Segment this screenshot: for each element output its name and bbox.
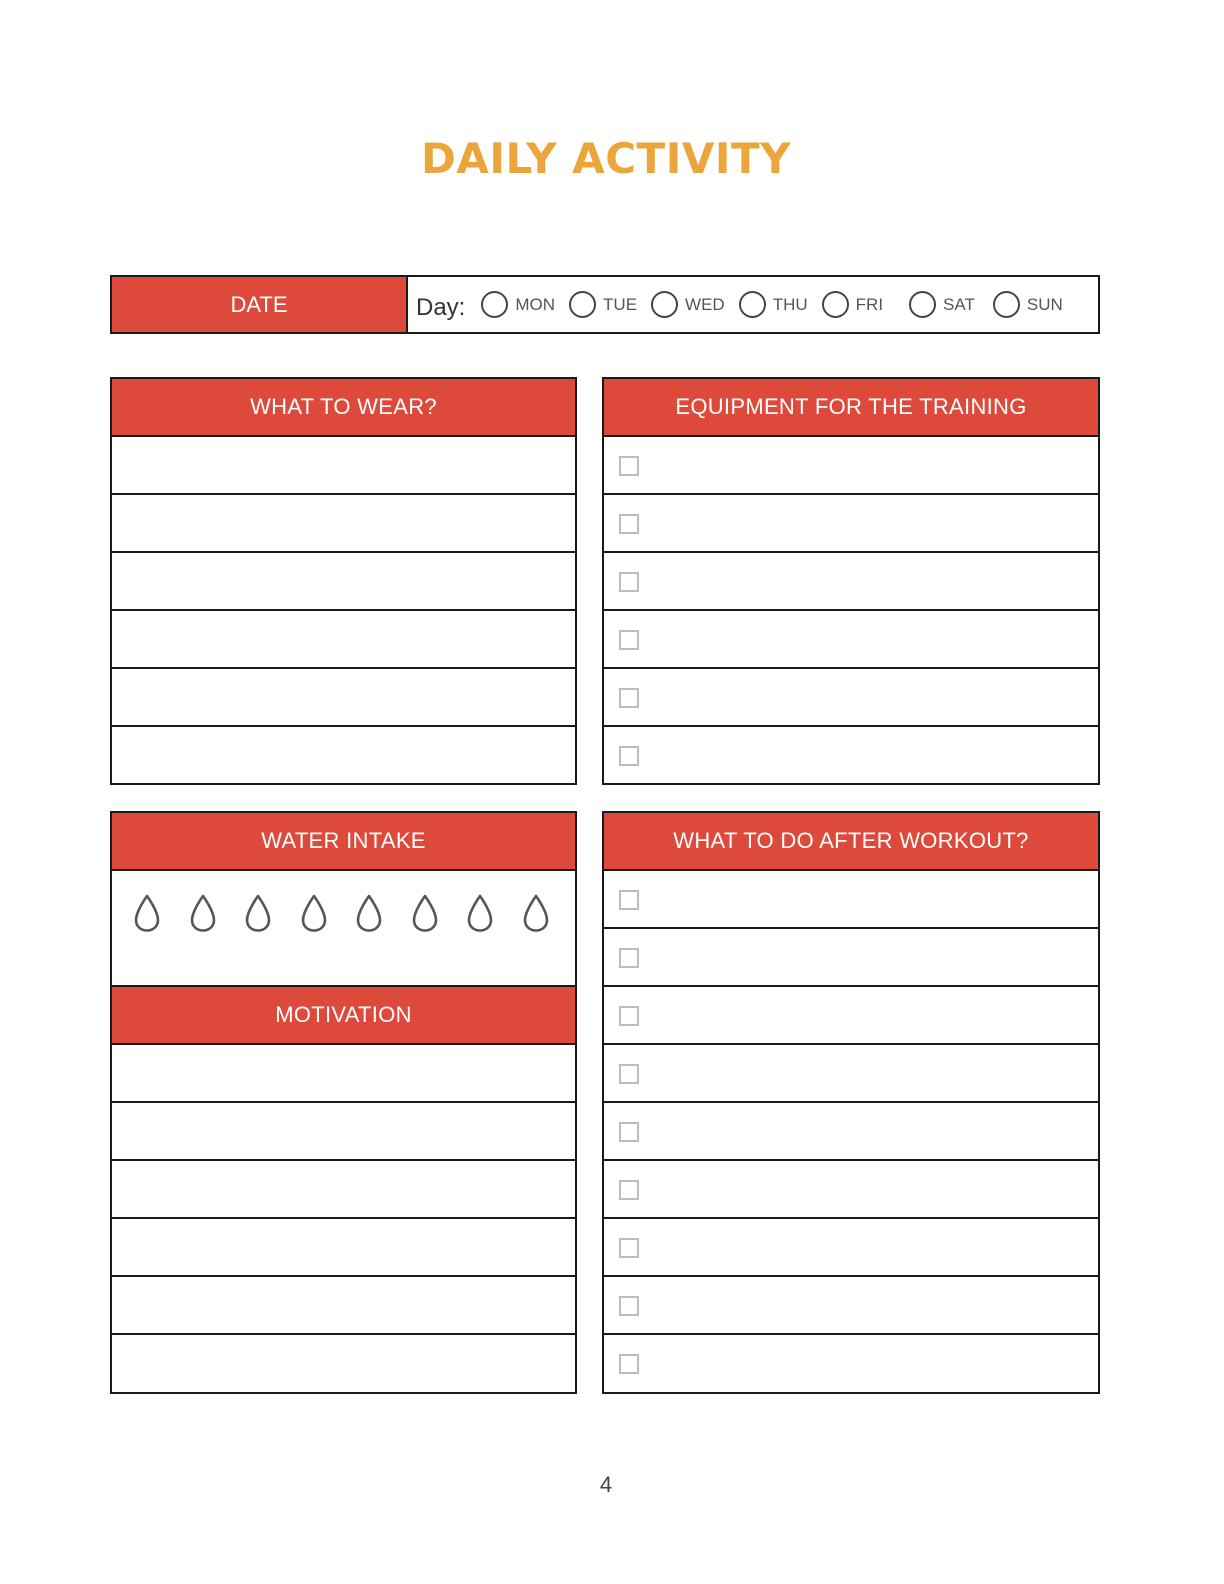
after-workout-row[interactable] [604, 1219, 1098, 1277]
day-option-mon[interactable]: MON [481, 291, 555, 318]
motivation-row[interactable] [112, 1277, 575, 1335]
what-to-wear-row[interactable] [112, 553, 575, 611]
day-label: TUE [603, 294, 638, 314]
water-drop-icon[interactable] [410, 893, 440, 933]
day-option-thu[interactable]: THU [738, 291, 808, 318]
after-workout-row[interactable] [604, 929, 1098, 987]
motivation-row[interactable] [112, 1335, 575, 1393]
date-label[interactable]: DATE [112, 277, 408, 332]
radio-icon[interactable] [909, 291, 937, 318]
after-workout-rows [604, 871, 1098, 1393]
checkbox-icon[interactable] [619, 630, 639, 650]
after-workout-header: WHAT TO DO AFTER WORKOUT? [604, 813, 1098, 871]
what-to-wear-panel: WHAT TO WEAR? [110, 377, 577, 785]
day-label: FRI [855, 294, 884, 314]
water-drop-icon[interactable] [243, 893, 273, 933]
checkbox-icon[interactable] [619, 746, 639, 766]
checkbox-icon[interactable] [619, 1064, 639, 1084]
equipment-row[interactable] [604, 727, 1098, 785]
motivation-row[interactable] [112, 1103, 575, 1161]
water-drop-icon[interactable] [299, 893, 329, 933]
checkbox-icon[interactable] [619, 1354, 639, 1374]
day-label: WED [685, 294, 725, 314]
day-label: THU [772, 294, 808, 314]
after-workout-row[interactable] [604, 1277, 1098, 1335]
checkbox-icon[interactable] [619, 1296, 639, 1316]
day-label: SAT [943, 294, 975, 314]
equipment-row[interactable] [604, 669, 1098, 727]
motivation-header: MOTIVATION [112, 987, 575, 1045]
equipment-rows [604, 437, 1098, 785]
checkbox-icon[interactable] [619, 1122, 639, 1142]
radio-icon[interactable] [821, 291, 849, 318]
equipment-header: EQUIPMENT FOR THE TRAINING [604, 379, 1098, 437]
date-bar: DATE Day: MON TUE WED THU FRI SAT SUN [110, 275, 1100, 334]
water-drop-icon[interactable] [354, 893, 384, 933]
checkbox-icon[interactable] [619, 1238, 639, 1258]
page-title: DAILY ACTIVITY [420, 134, 792, 183]
checkbox-icon[interactable] [619, 1180, 639, 1200]
checkbox-icon[interactable] [619, 456, 639, 476]
what-to-wear-header: WHAT TO WEAR? [112, 379, 575, 437]
motivation-rows [112, 1045, 575, 1393]
checkbox-icon[interactable] [619, 890, 639, 910]
page-number: 4 [599, 1472, 613, 1497]
checkbox-icon[interactable] [619, 688, 639, 708]
motivation-row[interactable] [112, 1161, 575, 1219]
water-drop-icon[interactable] [132, 893, 162, 933]
motivation-row[interactable] [112, 1045, 575, 1103]
what-to-wear-row[interactable] [112, 611, 575, 669]
motivation-row[interactable] [112, 1219, 575, 1277]
what-to-wear-row[interactable] [112, 669, 575, 727]
radio-icon[interactable] [738, 291, 766, 318]
day-option-wed[interactable]: WED [651, 291, 725, 318]
radio-icon[interactable] [992, 291, 1020, 318]
after-workout-panel: WHAT TO DO AFTER WORKOUT? [602, 811, 1100, 1394]
what-to-wear-row[interactable] [112, 437, 575, 495]
day-option-tue[interactable]: TUE [569, 291, 637, 318]
day-option-sat[interactable]: SAT [909, 291, 975, 318]
water-motivation-panel: WATER INTAKE MOTIVATION [110, 811, 577, 1394]
equipment-row[interactable] [604, 495, 1098, 553]
after-workout-row[interactable] [604, 1335, 1098, 1393]
equipment-row[interactable] [604, 611, 1098, 669]
after-workout-row[interactable] [604, 1161, 1098, 1219]
after-workout-row[interactable] [604, 871, 1098, 929]
day-option-fri[interactable]: FRI [821, 291, 884, 318]
water-intake-tracker [112, 871, 575, 987]
day-label: MON [515, 294, 556, 314]
after-workout-row[interactable] [604, 1103, 1098, 1161]
day-prefix: Day: [416, 293, 466, 321]
checkbox-icon[interactable] [619, 572, 639, 592]
checkbox-icon[interactable] [619, 1006, 639, 1026]
day-selector: Day: MON TUE WED THU FRI SAT SUN [408, 277, 1098, 332]
water-drop-icon[interactable] [188, 893, 218, 933]
after-workout-row[interactable] [604, 987, 1098, 1045]
water-intake-header: WATER INTAKE [112, 813, 575, 871]
after-workout-row[interactable] [604, 1045, 1098, 1103]
radio-icon[interactable] [651, 291, 679, 318]
equipment-row[interactable] [604, 437, 1098, 495]
equipment-row[interactable] [604, 553, 1098, 611]
day-label: SUN [1026, 294, 1063, 314]
what-to-wear-row[interactable] [112, 727, 575, 785]
radio-icon[interactable] [569, 291, 597, 318]
day-option-sun[interactable]: SUN [992, 291, 1063, 318]
water-drop-icon[interactable] [521, 893, 551, 933]
checkbox-icon[interactable] [619, 514, 639, 534]
what-to-wear-rows [112, 437, 575, 785]
checkbox-icon[interactable] [619, 948, 639, 968]
radio-icon[interactable] [481, 291, 509, 318]
equipment-panel: EQUIPMENT FOR THE TRAINING [602, 377, 1100, 785]
what-to-wear-row[interactable] [112, 495, 575, 553]
water-drop-icon[interactable] [465, 893, 495, 933]
